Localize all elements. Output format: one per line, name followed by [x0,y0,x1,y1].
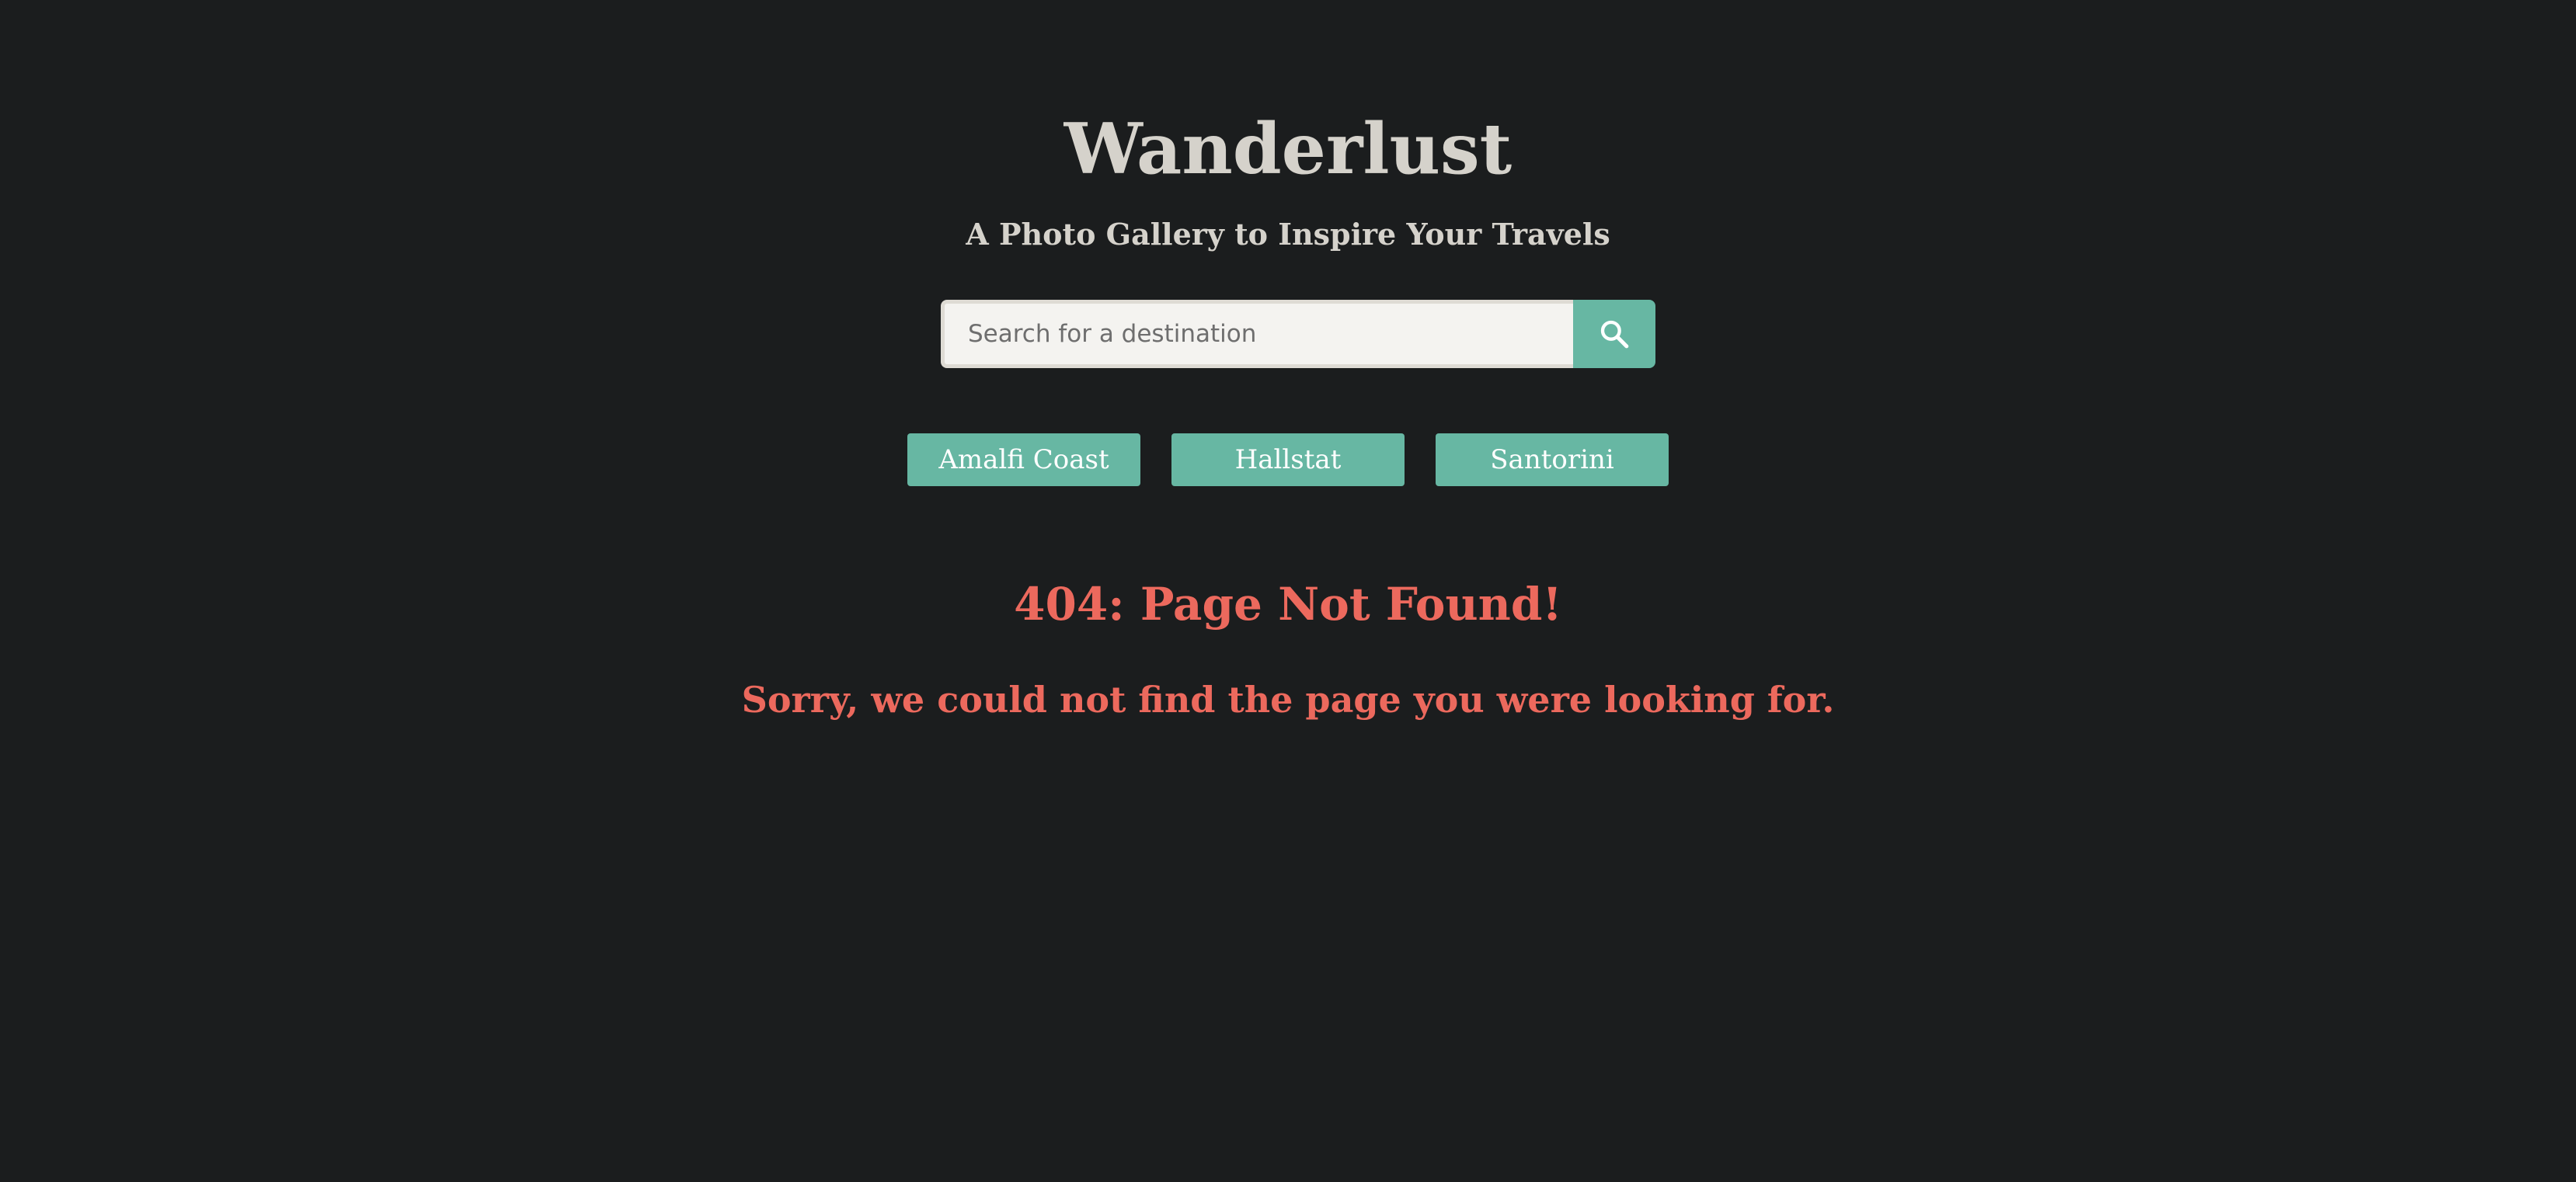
destination-tags: Amalfi Coast Hallstat Santorini [0,433,2576,486]
tag-amalfi-coast[interactable]: Amalfi Coast [907,433,1140,486]
search-button[interactable] [1573,300,1655,368]
search-input[interactable] [941,300,1573,368]
error-message: Sorry, we could not find the page you we… [741,679,1835,721]
page-title: Wanderlust [1063,108,1513,190]
page-subtitle: A Photo Gallery to Inspire Your Travels [966,217,1610,252]
search-form [941,300,1655,368]
error-title: 404: Page Not Found! [1014,578,1562,631]
tag-santorini[interactable]: Santorini [1436,433,1669,486]
tag-hallstat[interactable]: Hallstat [1171,433,1405,486]
page: Wanderlust A Photo Gallery to Inspire Yo… [0,0,2576,1182]
search-icon [1600,320,1629,349]
